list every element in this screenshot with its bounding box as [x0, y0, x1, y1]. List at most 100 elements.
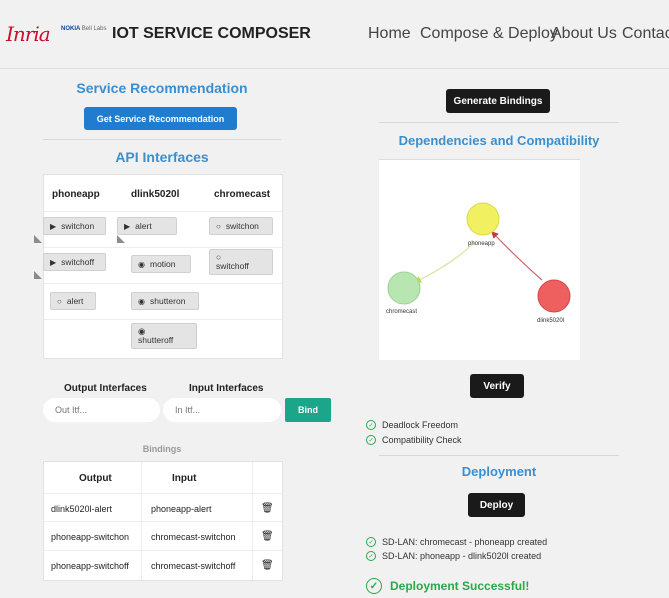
row-divider — [44, 550, 282, 551]
row-divider — [44, 211, 282, 212]
binding-input-cell: chromecast-switchon — [151, 532, 236, 542]
row-divider — [44, 283, 282, 284]
phoneapp-alert-chip[interactable]: ○ alert — [50, 292, 96, 310]
chip-label: switchon — [225, 221, 259, 231]
node-chromecast[interactable] — [387, 271, 421, 305]
node-dlink5020l[interactable] — [537, 279, 571, 313]
binding-input-cell: phoneapp-alert — [151, 504, 212, 514]
dependency-graph-svg: phoneapp chromecast dlink5020l — [386, 202, 571, 324]
nav-home[interactable]: Home — [368, 25, 411, 43]
check-circle-icon: ✓ — [366, 420, 376, 430]
play-icon: ▶ — [50, 221, 57, 231]
deploy-log-item: ✓ SD-LAN: phoneapp - dlink5020l created — [366, 551, 541, 561]
api-interfaces-title: API Interfaces — [115, 149, 209, 165]
check-circle-icon: ✓ — [366, 435, 376, 445]
dlink5020l-shutteroff-chip[interactable]: ◉ shutteroff — [131, 323, 197, 349]
dependency-graph[interactable]: phoneapp chromecast dlink5020l — [379, 159, 580, 360]
output-interface-input[interactable] — [43, 398, 160, 422]
deploy-button[interactable]: Deploy — [468, 493, 525, 517]
binding-output-cell: dlink5020l-alert — [51, 504, 113, 514]
app-title[interactable]: IOT SERVICE COMPOSER — [112, 25, 311, 43]
check-item: ✓ Deadlock Freedom — [366, 420, 458, 430]
chip-label: shutteroff — [138, 335, 174, 345]
deploy-log-item: ✓ SD-LAN: chromecast - phoneapp created — [366, 537, 547, 547]
check-circle-icon: ✓ — [366, 551, 376, 561]
connector-triangle-icon — [34, 271, 42, 279]
node-label: dlink5020l — [537, 318, 564, 324]
dlink5020l-shutteron-chip[interactable]: ◉ shutteron — [131, 292, 199, 310]
bind-button[interactable]: Bind — [285, 398, 331, 422]
bindings-title: Bindings — [142, 444, 182, 454]
inria-logo[interactable]: Inria — [6, 22, 51, 46]
dlink5020l-motion-chip[interactable]: ◉ motion — [131, 255, 191, 273]
binding-output-cell: phoneapp-switchoff — [51, 561, 129, 571]
node-phoneapp[interactable] — [466, 202, 500, 236]
binding-output-cell: phoneapp-switchon — [51, 532, 130, 542]
bindings-table: Output Input dlink5020l-alert phoneapp-a… — [43, 461, 283, 581]
binding-input-cell: chromecast-switchoff — [151, 561, 236, 571]
nav-contact[interactable]: Contact — [622, 25, 669, 43]
divider — [43, 139, 281, 140]
deploy-log-label: SD-LAN: chromecast - phoneapp created — [382, 537, 548, 547]
phoneapp-switchoff-chip[interactable]: ▶ switchoff — [43, 253, 106, 271]
column-header-dlink5020l: dlink5020l — [131, 189, 180, 200]
check-circle-icon: ✓ — [366, 537, 376, 547]
circle-outline-icon: ○ — [216, 221, 221, 231]
node-label: phoneapp — [468, 241, 495, 247]
verify-button[interactable]: Verify — [470, 374, 524, 398]
chip-label: alert — [135, 221, 152, 231]
chromecast-switchon-chip[interactable]: ○ switchon — [209, 217, 273, 235]
connector-triangle-icon — [117, 235, 125, 243]
get-service-recommendation-button[interactable]: Get Service Recommendation — [84, 107, 237, 130]
input-interface-input[interactable] — [163, 398, 281, 422]
row-divider — [44, 493, 282, 494]
node-label: chromecast — [386, 309, 417, 315]
row-divider — [44, 521, 282, 522]
phoneapp-switchon-chip[interactable]: ▶ switchon — [43, 217, 106, 235]
dependencies-title: Dependencies and Compatibility — [398, 133, 600, 148]
row-divider — [44, 319, 282, 320]
check-label: Compatibility Check — [382, 435, 462, 445]
connector-triangle-icon — [34, 235, 42, 243]
bell-labs-logo-text: Bell Labs — [81, 26, 107, 32]
success-check-icon: ✓ — [366, 578, 382, 594]
play-icon: ▶ — [124, 221, 131, 231]
play-icon: ▶ — [50, 257, 57, 267]
delete-binding-trash-icon[interactable]: 🗑 — [261, 503, 274, 514]
nokia-bell-labs-logo: NOKIA Bell Labs — [61, 26, 106, 32]
chip-label: switchoff — [61, 257, 95, 267]
column-header-output: Output — [79, 473, 112, 484]
chip-label: switchoff — [216, 261, 249, 271]
divider — [379, 122, 619, 123]
nokia-logo-text: NOKIA — [61, 26, 81, 32]
check-item: ✓ Compatibility Check — [366, 435, 462, 445]
deploy-log-label: SD-LAN: phoneapp - dlink5020l created — [382, 551, 542, 561]
input-interfaces-label: Input Interfaces — [189, 383, 264, 394]
row-divider — [44, 247, 282, 248]
nav-compose-deploy[interactable]: Compose & Deploy — [420, 25, 558, 43]
success-label: Deployment Successful! — [390, 579, 530, 593]
chip-label: switchon — [61, 221, 95, 231]
delete-binding-trash-icon[interactable]: 🗑 — [261, 531, 274, 542]
edge-phoneapp-chromecast — [413, 241, 476, 283]
dlink5020l-alert-chip[interactable]: ▶ alert — [117, 217, 177, 235]
circle-outline-icon: ○ — [57, 296, 62, 306]
radio-filled-icon: ◉ — [138, 259, 145, 269]
divider — [379, 455, 619, 456]
top-navbar: Inria NOKIA Bell Labs IOT SERVICE COMPOS… — [0, 0, 669, 69]
edge-dlink-phoneapp — [491, 231, 543, 281]
check-label: Deadlock Freedom — [382, 420, 459, 430]
nav-about-us[interactable]: About Us — [551, 25, 617, 43]
chip-label: shutteron — [149, 296, 186, 306]
radio-filled-icon: ◉ — [138, 296, 145, 306]
chip-label: motion — [149, 259, 176, 269]
output-interfaces-label: Output Interfaces — [64, 383, 147, 394]
column-header-chromecast: chromecast — [214, 189, 271, 200]
delete-binding-trash-icon[interactable]: 🗑 — [261, 560, 274, 571]
deployment-success-message: ✓ Deployment Successful! — [366, 578, 529, 594]
column-header-input: Input — [172, 473, 197, 484]
generate-bindings-button[interactable]: Generate Bindings — [446, 89, 550, 113]
deployment-title: Deployment — [461, 464, 537, 479]
chromecast-switchoff-chip[interactable]: ○ switchoff — [209, 249, 273, 275]
chip-label: alert — [66, 296, 84, 306]
